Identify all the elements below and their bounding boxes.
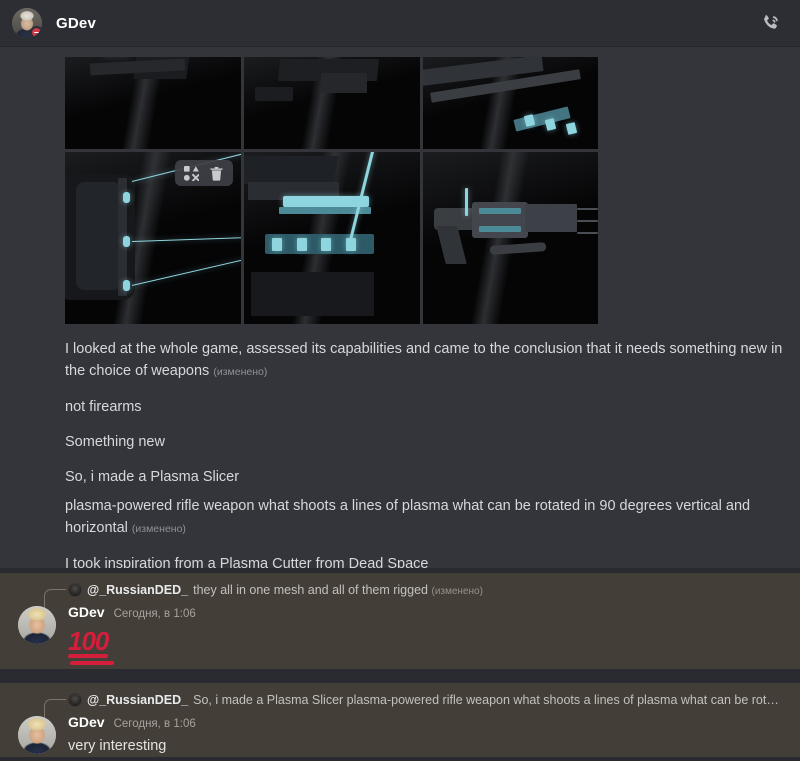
album-image-4[interactable] (65, 152, 241, 324)
message-body: very interesting (68, 738, 167, 754)
message-line-text: I looked at the whole game, assessed its… (65, 341, 787, 379)
reply-author-avatar (68, 582, 82, 597)
message-line: not firearms (65, 399, 142, 415)
sender-avatar[interactable] (18, 606, 56, 644)
edited-marker: (изменено) (213, 366, 268, 378)
message-row-2: GDev Сегодня, в 1:06 very interesting (0, 714, 800, 757)
message-line: So, i made a Plasma Slicer (65, 469, 240, 485)
message-line: Something new (65, 434, 165, 450)
album-image-2[interactable] (244, 57, 420, 149)
reply-author-name: @_RussianDED_ (87, 692, 189, 707)
emoji-digits: 100 (68, 626, 109, 656)
avatar-image (18, 606, 56, 644)
message-line: I looked at the whole game, assessed its… (65, 338, 795, 383)
sender-name: GDev (68, 714, 105, 730)
image-album-grid (65, 57, 602, 324)
message-row-1: GDev Сегодня, в 1:06 100 (0, 604, 800, 668)
section-gap (0, 757, 800, 761)
chat-header: GDev (0, 0, 800, 47)
album-image-5[interactable] (244, 152, 420, 324)
reply-snippet: So, i made a Plasma Slicer plasma-powere… (193, 692, 779, 707)
section-gap (0, 669, 800, 683)
message-timestamp: Сегодня, в 1:06 (113, 718, 196, 730)
reply-preview-2[interactable]: @_RussianDED_ So, i made a Plasma Slicer… (44, 691, 800, 721)
message-timestamp: Сегодня, в 1:06 (113, 608, 196, 620)
header-avatar[interactable] (12, 8, 42, 38)
image-hover-toolbar[interactable] (175, 160, 233, 186)
reply-snippet-text: they all in one mesh and all of them rig… (193, 582, 428, 597)
album-image-1[interactable] (65, 57, 241, 149)
avatar-image (18, 716, 56, 754)
sender-name: GDev (68, 604, 105, 620)
reply-snippet: they all in one mesh and all of them rig… (193, 583, 483, 597)
chat-title: GDev (56, 14, 96, 32)
chat-app: GDev I looked at the whole game, assesse… (0, 0, 800, 761)
sender-line: GDev Сегодня, в 1:06 (68, 604, 800, 622)
message-scroll-area[interactable]: I looked at the whole game, assessed its… (0, 47, 800, 761)
message-line: plasma-powered rifle weapon what shoots … (65, 495, 795, 540)
reply-author-name: @_RussianDED_ (87, 582, 189, 597)
reply-author-avatar (68, 692, 82, 707)
reply-message-group-2[interactable]: @_RussianDED_ So, i made a Plasma Slicer… (0, 683, 800, 757)
phone-call-icon[interactable] (758, 10, 784, 36)
emoji-underline (67, 654, 115, 665)
shapes-sticker-icon[interactable] (184, 165, 199, 181)
emoji-100-body: 100 (67, 624, 115, 668)
muted-badge-icon (30, 26, 42, 38)
edited-marker: (изменено) (431, 585, 483, 597)
reply-message-group-1[interactable]: @_RussianDED_ they all in one mesh and a… (0, 573, 800, 669)
trash-delete-icon[interactable] (209, 166, 224, 181)
reply-preview-1[interactable]: @_RussianDED_ they all in one mesh and a… (44, 581, 800, 611)
album-image-3[interactable] (423, 57, 598, 149)
edited-marker: (изменено) (131, 523, 186, 535)
album-image-6[interactable] (423, 152, 598, 324)
sender-line: GDev Сегодня, в 1:06 (68, 714, 800, 732)
sender-avatar[interactable] (18, 716, 56, 754)
